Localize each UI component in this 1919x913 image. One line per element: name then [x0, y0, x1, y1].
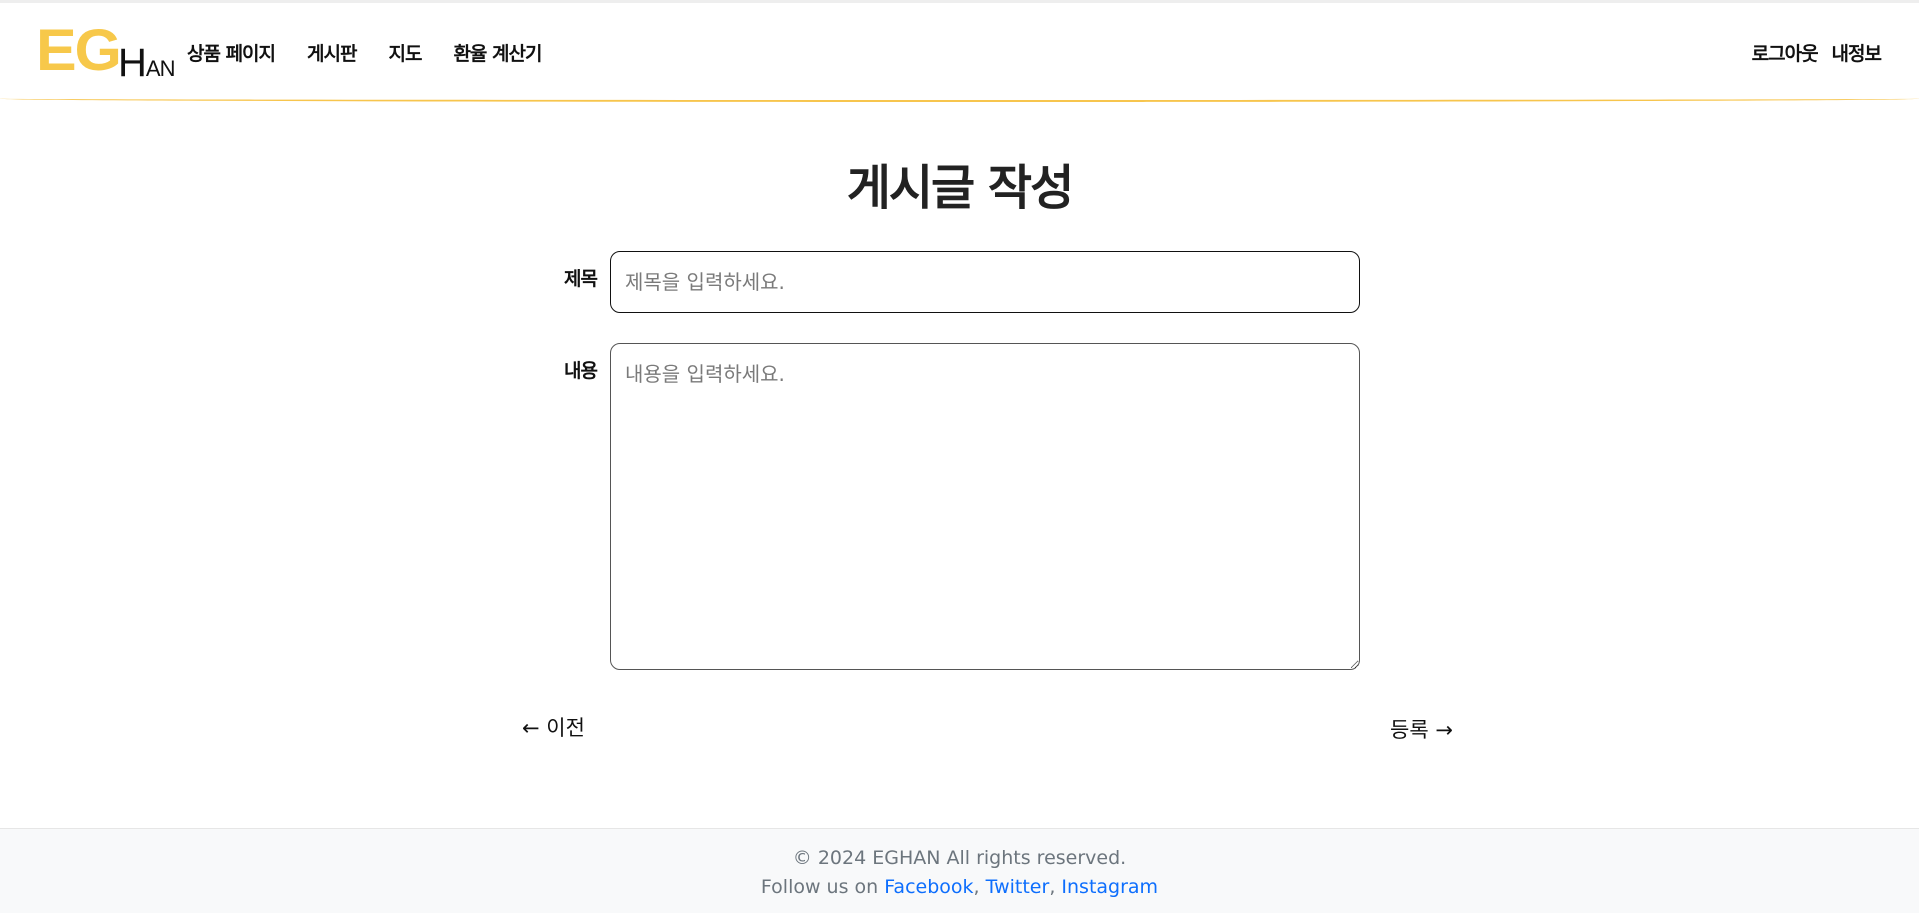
- nav-item-exchange-calculator[interactable]: 환율 계산기: [453, 39, 542, 66]
- logo-han-first: H: [118, 41, 147, 85]
- logo-eg-text: EG: [36, 18, 122, 83]
- logo-han-text: HAN: [118, 41, 176, 89]
- site-logo[interactable]: EG HAN: [36, 18, 175, 87]
- prev-button[interactable]: ← 이전: [522, 712, 585, 742]
- site-footer: © 2024 EGHAN All rights reserved. Follow…: [0, 828, 1919, 913]
- nav-item-map[interactable]: 지도: [388, 39, 422, 66]
- logout-link[interactable]: 로그아웃: [1752, 39, 1819, 66]
- my-info-link[interactable]: 내정보: [1832, 39, 1882, 66]
- user-nav: 로그아웃 내정보: [1738, 39, 1882, 66]
- nav-item-board[interactable]: 게시판: [307, 39, 357, 66]
- link-separator: ,: [973, 876, 986, 898]
- title-label: 제목: [564, 268, 598, 290]
- link-separator: ,: [1049, 876, 1062, 898]
- follow-prefix: Follow us on: [760, 876, 885, 898]
- facebook-link[interactable]: Facebook: [884, 876, 973, 898]
- title-input[interactable]: [610, 251, 1360, 313]
- nav-item-products[interactable]: 상품 페이지: [187, 39, 276, 66]
- content-textarea[interactable]: [610, 343, 1360, 670]
- main-nav: 상품 페이지 게시판 지도 환율 계산기: [187, 39, 573, 66]
- logo-han-rest: AN: [145, 56, 176, 81]
- submit-button[interactable]: 등록 →: [1390, 714, 1453, 744]
- copyright-text: © 2024 EGHAN All rights reserved.: [792, 847, 1127, 869]
- page-title: 게시글 작성: [846, 160, 1075, 216]
- social-links-line: Follow us on Facebook, Twitter, Instagra…: [0, 876, 1919, 898]
- content-label: 내용: [564, 360, 598, 382]
- instagram-link[interactable]: Instagram: [1061, 876, 1158, 898]
- site-header: EG HAN 상품 페이지 게시판 지도 환율 계산기 로그아웃 내정보: [0, 0, 1919, 102]
- twitter-link[interactable]: Twitter: [986, 876, 1050, 898]
